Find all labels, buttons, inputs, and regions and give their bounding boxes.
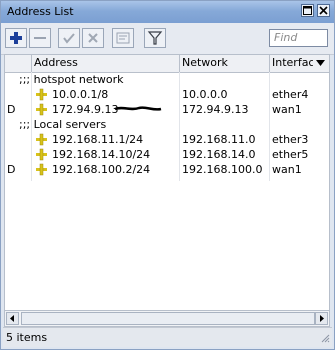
find-input[interactable]: Find bbox=[269, 29, 328, 47]
enable-button[interactable] bbox=[58, 28, 80, 48]
comment-button[interactable] bbox=[112, 28, 134, 48]
horizontal-scrollbar[interactable] bbox=[4, 310, 330, 327]
interface-column-header[interactable]: Interface bbox=[270, 55, 313, 72]
window-title: Address List bbox=[7, 5, 74, 18]
table-row-comment[interactable]: ;;; Local servers bbox=[5, 117, 329, 132]
table-row[interactable]: D 172.94.9.13 172.94.9.13 wan1 bbox=[5, 102, 329, 117]
table-row[interactable]: D 192.168.100.2/24 192.168.100.0 wan1 bbox=[5, 162, 329, 177]
close-button[interactable] bbox=[317, 4, 330, 17]
row-network: 192.168.14.0 bbox=[182, 148, 256, 161]
address-entry-icon bbox=[36, 103, 47, 116]
filter-button[interactable] bbox=[144, 28, 166, 48]
network-column-header[interactable]: Network bbox=[180, 55, 270, 72]
row-flag: D bbox=[7, 163, 16, 176]
address-entry-icon bbox=[36, 148, 47, 161]
table-row[interactable]: 192.168.11.1/24 192.168.11.0 ether3 bbox=[5, 132, 329, 147]
address-table: Address Network Interface ;;; hotspot ne… bbox=[4, 54, 330, 327]
add-button[interactable] bbox=[5, 28, 27, 48]
address-entry-icon bbox=[36, 133, 47, 146]
resize-grip-icon[interactable] bbox=[321, 334, 330, 343]
restore-icon bbox=[303, 6, 312, 15]
address-list-window: Address List Find Address Network Interf… bbox=[0, 0, 335, 350]
row-address: 172.94.9.13 bbox=[52, 103, 119, 116]
row-interface: wan1 bbox=[272, 103, 302, 116]
row-comment: ;;; Local servers bbox=[19, 118, 107, 131]
address-column-header[interactable]: Address bbox=[32, 55, 180, 72]
close-icon bbox=[319, 6, 328, 15]
row-interface: ether3 bbox=[272, 133, 309, 146]
table-row-comment[interactable]: ;;; hotspot network bbox=[5, 72, 329, 87]
status-bar: 5 items bbox=[3, 327, 332, 347]
remove-button[interactable] bbox=[29, 28, 51, 48]
table-row[interactable]: 192.168.14.10/24 192.168.14.0 ether5 bbox=[5, 147, 329, 162]
arrow-left-icon bbox=[10, 315, 14, 322]
restore-button[interactable] bbox=[301, 4, 314, 17]
arrow-right-icon bbox=[320, 315, 324, 322]
disable-x-icon bbox=[88, 33, 98, 43]
table-header: Address Network Interface bbox=[5, 55, 329, 73]
filter-icon bbox=[147, 31, 163, 45]
disable-button[interactable] bbox=[82, 28, 104, 48]
comment-icon bbox=[116, 32, 130, 44]
address-entry-icon bbox=[36, 163, 47, 176]
row-comment: ;;; hotspot network bbox=[19, 73, 124, 86]
remove-icon bbox=[34, 37, 46, 39]
add-icon bbox=[10, 32, 22, 44]
row-network: 10.0.0.0 bbox=[182, 88, 228, 101]
scroll-thumb[interactable] bbox=[21, 312, 315, 325]
scroll-left-button[interactable] bbox=[6, 312, 19, 325]
enable-check-icon bbox=[63, 33, 75, 44]
table-row[interactable]: 10.0.0.1/8 10.0.0.0 ether4 bbox=[5, 87, 329, 102]
row-address: 192.168.11.1/24 bbox=[52, 133, 144, 146]
row-address: 192.168.100.2/24 bbox=[52, 163, 151, 176]
row-flag: D bbox=[7, 103, 16, 116]
row-network: 192.168.100.0 bbox=[182, 163, 263, 176]
row-network: 192.168.11.0 bbox=[182, 133, 256, 146]
row-interface: wan1 bbox=[272, 163, 302, 176]
item-count: 5 items bbox=[6, 331, 48, 344]
column-menu-dropdown-icon[interactable] bbox=[316, 60, 325, 66]
redaction-scribble bbox=[114, 106, 162, 111]
toolbar: Find bbox=[1, 23, 334, 55]
flag-column-header[interactable] bbox=[5, 55, 32, 72]
row-address: 10.0.0.1/8 bbox=[52, 88, 109, 101]
scroll-right-button[interactable] bbox=[315, 312, 328, 325]
row-interface: ether4 bbox=[272, 88, 309, 101]
row-address: 192.168.14.10/24 bbox=[52, 148, 151, 161]
row-interface: ether5 bbox=[272, 148, 309, 161]
title-bar[interactable]: Address List bbox=[1, 1, 334, 23]
row-network: 172.94.9.13 bbox=[182, 103, 249, 116]
address-entry-icon bbox=[36, 88, 47, 101]
